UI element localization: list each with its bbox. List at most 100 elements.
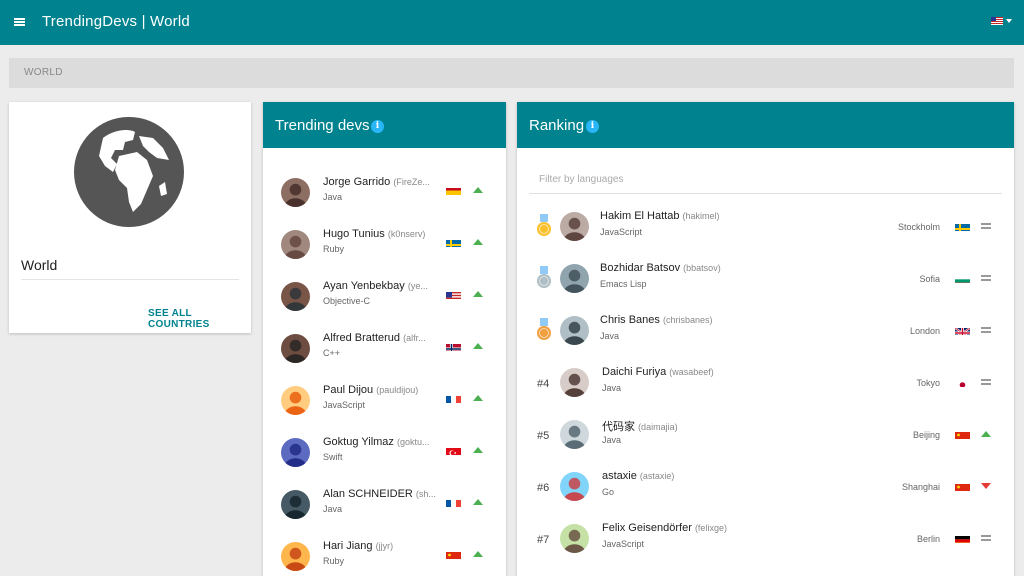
card-title: Trending devs <box>275 117 370 134</box>
dev-name: Paul Dijou <box>323 384 374 396</box>
dev-language: JavaScript <box>602 539 645 549</box>
avatar <box>281 178 310 207</box>
dev-name-line: Chris Banes (chrisbanes) <box>600 314 850 326</box>
trending-dev-row[interactable]: Alan SCHNEIDER (sh... Java <box>263 484 506 536</box>
ranking-row[interactable]: Hakim El Hattab (hakimel) JavaScript Stock… <box>517 202 1014 254</box>
dev-language: Go <box>602 487 615 497</box>
dev-language: Emacs Lisp <box>600 279 647 289</box>
card-header: Trending devs i <box>263 102 506 148</box>
avatar <box>560 212 589 241</box>
dev-language: Ruby <box>323 244 345 254</box>
no-flag-icon <box>446 341 461 351</box>
dev-handle: (wasabeef) <box>669 367 714 377</box>
de-flag-icon <box>955 533 970 543</box>
dev-handle: (hakimel) <box>682 211 720 221</box>
dev-language: JavaScript <box>323 400 366 410</box>
no-change-icon <box>981 535 991 541</box>
avatar <box>281 230 310 259</box>
trending-dev-row[interactable]: Alfred Bratterud (alfr... C++ <box>263 328 506 380</box>
ranking-row[interactable]: Chris Banes (chrisbanes) Java London <box>517 306 1014 358</box>
dev-language: Java <box>602 383 622 393</box>
dev-language: Objective-C <box>323 296 371 306</box>
trending-dev-row[interactable]: Goktug Yilmaz (goktu... Swift <box>263 432 506 484</box>
ranking-row[interactable]: #7 Felix Geisendörfer (felixge) JavaScript… <box>517 514 1014 566</box>
ranking-row[interactable]: #6 astaxie (astaxie) Go Shanghai <box>517 462 1014 514</box>
avatar <box>281 438 310 467</box>
fr-flag-icon <box>446 393 461 403</box>
ranking-row[interactable]: Bozhidar Batsov (bbatsov) Emacs Lisp Sofia <box>517 254 1014 306</box>
dev-name: Hugo Tunius <box>323 228 385 240</box>
dev-name: Daichi Furiya <box>602 366 667 378</box>
dev-name: Jorge Garrido <box>323 176 391 188</box>
hamburger-menu-icon[interactable] <box>14 13 28 31</box>
dev-language: Java <box>600 331 620 341</box>
trending-dev-row[interactable]: Hari Jiang (jjyr) Ruby <box>263 536 506 576</box>
ranking-card: Ranking i Hakim El Hattab (hakimel)JavaS… <box>517 102 1014 576</box>
fr-flag-icon <box>446 497 461 507</box>
dev-name: Goktug Yilmaz <box>323 436 394 448</box>
breadcrumb-label: WORLD <box>24 67 63 78</box>
us-flag-icon <box>991 17 1003 25</box>
card-header: Ranking i <box>517 102 1014 148</box>
globe-icon <box>74 117 184 227</box>
rank-number: #6 <box>537 482 550 494</box>
world-card: World SEE ALL COUNTRIES <box>9 102 251 333</box>
dev-city: Tokyo <box>916 378 940 388</box>
trend-down-icon <box>981 483 991 489</box>
avatar <box>281 386 310 415</box>
trending-dev-row[interactable]: Jorge Garrido (FireZe... Java <box>263 172 506 224</box>
avatar <box>560 524 589 553</box>
dev-name: Hakim El Hattab <box>600 210 680 222</box>
language-selector[interactable] <box>991 17 1012 25</box>
rank-number: #7 <box>537 534 550 546</box>
dev-language: Java <box>323 504 343 514</box>
info-icon[interactable]: i <box>586 120 599 133</box>
jp-flag-icon <box>955 377 970 387</box>
dev-handle: (bbatsov) <box>683 263 721 273</box>
dev-handle: (astaxie) <box>639 471 675 481</box>
dev-name-line: Paul Dijou (pauldijou) <box>323 384 438 396</box>
dev-handle: (FireZe... <box>393 177 430 187</box>
dev-handle: (sh... <box>415 489 436 499</box>
dev-name-line: Felix Geisendörfer (felixge) <box>602 522 852 534</box>
rank-number: #4 <box>537 378 550 390</box>
bronze-medal-icon <box>536 318 552 347</box>
dev-city: Stockholm <box>897 222 940 232</box>
trend-up-icon <box>473 447 483 453</box>
trend-up-icon <box>473 239 483 245</box>
dev-name-line: Bozhidar Batsov (bbatsov) <box>600 262 850 274</box>
dev-name: Ayan Yenbekbay <box>323 280 405 292</box>
us-flag-icon <box>446 289 461 299</box>
dev-name-line: Alan SCHNEIDER (sh... <box>323 488 438 500</box>
dev-language: JavaScript <box>600 227 643 237</box>
ranking-row[interactable]: #4 Daichi Furiya (wasabeef) Java Tokyo <box>517 358 1014 410</box>
avatar <box>560 472 589 501</box>
dev-name-line: Alfred Bratterud (alfr... <box>323 332 438 344</box>
trending-dev-row[interactable]: Ayan Yenbekbay (ye... Objective-C <box>263 276 506 328</box>
dev-language: Java <box>602 435 622 445</box>
dev-language: Ruby <box>323 556 345 566</box>
dev-name: Alan SCHNEIDER <box>323 488 413 500</box>
trend-up-icon <box>473 343 483 349</box>
es-flag-icon <box>446 185 461 195</box>
language-filter-input[interactable] <box>529 166 1002 194</box>
bg-flag-icon <box>955 273 970 283</box>
avatar <box>281 542 310 571</box>
cn-flag-icon <box>955 481 970 491</box>
see-all-countries-link[interactable]: SEE ALL COUNTRIES <box>148 308 251 330</box>
silver-medal-icon <box>536 266 552 295</box>
avatar <box>281 334 310 363</box>
trending-dev-row[interactable]: Paul Dijou (pauldijou) JavaScript <box>263 380 506 432</box>
trend-up-icon <box>473 291 483 297</box>
info-icon[interactable]: i <box>371 120 384 133</box>
divider <box>21 279 239 280</box>
cn-flag-icon <box>446 549 461 559</box>
dev-handle: (alfr... <box>403 333 426 343</box>
dev-name-line: astaxie (astaxie) <box>602 470 852 482</box>
dev-name: astaxie <box>602 470 637 482</box>
ranking-row[interactable]: #5 代码家 (daimajia) Java Beijing <box>517 410 1014 462</box>
trending-dev-row[interactable]: Hugo Tunius (k0nserv) Ruby <box>263 224 506 276</box>
no-change-icon <box>981 275 991 281</box>
dev-name: Chris Banes <box>600 314 660 326</box>
trend-up-icon <box>473 187 483 193</box>
